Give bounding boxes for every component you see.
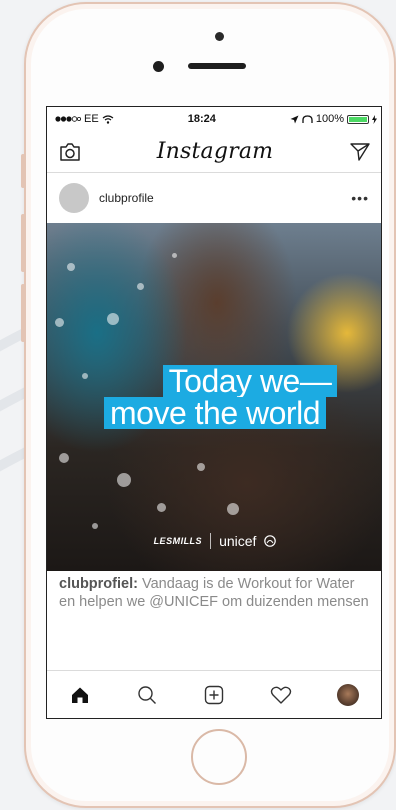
- water-drop: [137, 283, 144, 290]
- tab-add[interactable]: [197, 678, 231, 712]
- camera-icon[interactable]: [59, 142, 81, 162]
- post-image[interactable]: Today we— move the world LESMILLS unicef: [47, 223, 381, 571]
- volume-down-button: [21, 284, 25, 342]
- home-icon: [72, 687, 89, 703]
- location-arrow-icon: [290, 115, 299, 123]
- battery-icon: [347, 114, 369, 124]
- caption-username[interactable]: clubprofiel:: [59, 576, 138, 592]
- mute-switch: [21, 154, 25, 188]
- unicef-globe-icon: [264, 535, 277, 547]
- sensor-dot: [215, 32, 224, 41]
- water-drop: [92, 523, 98, 529]
- tab-search[interactable]: [130, 678, 164, 712]
- battery-level: [349, 116, 367, 122]
- bottom-tab-bar: [47, 670, 381, 718]
- signal-dots-icon: [55, 116, 81, 122]
- phone-screen: EE 18:24 100% Instagram clubprofile ••• …: [46, 106, 382, 719]
- status-left: EE: [55, 113, 114, 125]
- post-options-button[interactable]: •••: [351, 190, 369, 206]
- volume-up-button: [21, 214, 25, 272]
- post-caption: clubprofiel: Vandaag is de Workout for W…: [47, 571, 381, 655]
- status-bar: EE 18:24 100%: [47, 107, 381, 131]
- logo-divider: [210, 533, 212, 549]
- water-drop: [67, 263, 75, 271]
- water-drop: [227, 503, 239, 515]
- lesmills-logo: LESMILLS: [153, 536, 203, 546]
- water-drop: [157, 503, 166, 512]
- water-drop: [172, 253, 177, 258]
- brand-logos: LESMILLS unicef: [47, 533, 381, 549]
- headphones-icon: [302, 114, 313, 123]
- status-right: 100%: [290, 113, 377, 125]
- tab-home[interactable]: [63, 678, 97, 712]
- post-username[interactable]: clubprofile: [99, 191, 341, 205]
- status-time: 18:24: [187, 113, 216, 125]
- tab-activity[interactable]: [264, 678, 298, 712]
- unicef-logo: unicef: [219, 533, 257, 549]
- charging-bolt-icon: [372, 114, 377, 124]
- wifi-icon: [102, 114, 114, 124]
- heart-icon: [270, 686, 291, 704]
- tab-profile[interactable]: [331, 678, 365, 712]
- headline-line-2: move the world: [104, 397, 326, 429]
- earpiece-speaker: [188, 63, 246, 69]
- water-drop: [59, 453, 69, 463]
- app-logo: Instagram: [156, 139, 274, 164]
- battery-percent: 100%: [315, 113, 344, 125]
- water-drop: [107, 313, 119, 325]
- profile-avatar: [336, 683, 359, 706]
- water-drop: [117, 473, 131, 487]
- headline: Today we— move the world: [47, 365, 381, 429]
- headline-line-1: Today we—: [162, 365, 338, 397]
- carrier-label: EE: [84, 113, 99, 125]
- home-button[interactable]: [191, 729, 247, 785]
- add-post-icon: [204, 685, 224, 704]
- direct-message-icon[interactable]: [349, 142, 371, 162]
- water-drop: [197, 463, 205, 471]
- post-avatar[interactable]: [59, 183, 89, 213]
- search-icon: [138, 685, 157, 704]
- water-drop: [55, 318, 64, 327]
- app-header: Instagram: [47, 131, 381, 173]
- post-header: clubprofile •••: [47, 173, 381, 223]
- front-camera: [153, 61, 164, 72]
